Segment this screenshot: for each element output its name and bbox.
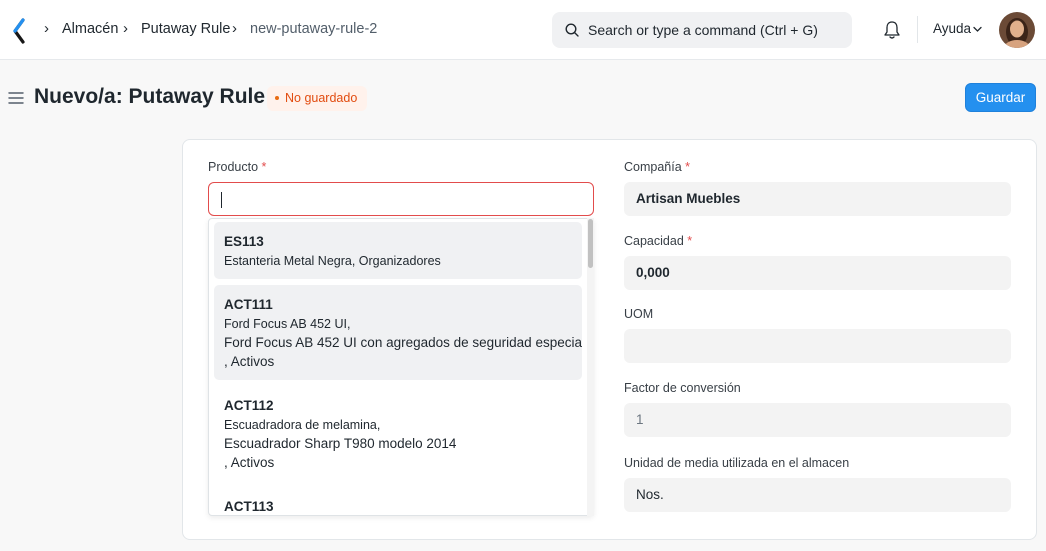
breadcrumb-current: new-putaway-rule-2 (250, 21, 378, 37)
breadcrumb-almacen[interactable]: Almacén (62, 21, 118, 37)
navbar: › Almacén › Putaway Rule › new-putaway-r… (0, 0, 1046, 60)
search-placeholder: Search or type a command (Ctrl + G) (588, 22, 818, 38)
notification-bell-icon[interactable] (883, 20, 901, 40)
help-menu[interactable]: Ayuda (933, 21, 971, 36)
status-badge-text: No guardado (285, 91, 358, 105)
dropdown-item[interactable]: ACT111 Ford Focus AB 452 UI, Ford Focus … (214, 285, 582, 380)
dropdown-item[interactable]: ACT112 Escuadradora de melamina, Escuadr… (214, 386, 582, 481)
dropdown-item-description: Estanteria Metal Negra, Organizadores (224, 254, 441, 268)
breadcrumb-chevron-icon: › (232, 20, 237, 37)
dropdown-item-group: , Activos (224, 455, 275, 470)
compania-label: Compañía * (624, 160, 691, 174)
dropdown-item-group: , Activos (224, 354, 275, 369)
dropdown-scroll-thumb[interactable] (588, 219, 593, 268)
dropdown-item-description: Escuadradora de melamina, (224, 418, 381, 432)
factor-conversion-label: Factor de conversión (624, 381, 741, 395)
producto-label: Producto * (208, 160, 267, 174)
navbar-divider (917, 16, 918, 43)
search-bar[interactable]: Search or type a command (Ctrl + G) (552, 12, 852, 48)
dropdown-item-code: ACT113 (224, 499, 274, 514)
dropdown-item-description: Ford Focus AB 452 UI con agregados de se… (224, 335, 582, 350)
unidad-almacen-field[interactable]: Nos. (624, 478, 1011, 512)
user-avatar[interactable] (999, 12, 1035, 48)
compania-field[interactable]: Artisan Muebles (624, 182, 1011, 216)
uom-field[interactable] (624, 329, 1011, 363)
dropdown-item-code: ACT111 (224, 297, 273, 312)
app-logo-icon[interactable] (12, 18, 26, 44)
save-button[interactable]: Guardar (965, 83, 1036, 112)
unidad-almacen-label: Unidad de media utilizada en el almacen (624, 456, 850, 470)
dropdown-item[interactable]: ES113 Estanteria Metal Negra, Organizado… (214, 222, 582, 279)
text-cursor (221, 192, 222, 208)
dropdown-item-code: ACT112 (224, 398, 274, 413)
sidebar-toggle-icon[interactable] (8, 91, 24, 105)
chevron-down-icon[interactable] (973, 26, 982, 33)
breadcrumb-chevron-icon: › (123, 20, 128, 37)
status-dot-icon (275, 95, 279, 100)
search-icon (565, 23, 579, 37)
dropdown-item-description: Escuadrador Sharp T980 modelo 2014 (224, 436, 457, 451)
status-badge: No guardado (267, 86, 368, 111)
capacidad-field[interactable]: 0,000 (624, 256, 1011, 290)
capacidad-label: Capacidad * (624, 234, 693, 248)
breadcrumb-putaway-rule[interactable]: Putaway Rule (141, 21, 230, 37)
dropdown-item[interactable]: ACT113 (214, 487, 582, 515)
factor-conversion-field: 1 (624, 403, 1011, 437)
producto-input[interactable] (208, 182, 594, 216)
breadcrumb-chevron-icon: › (44, 20, 49, 37)
page-title: Nuevo/a: Putaway Rule (34, 85, 266, 108)
uom-label: UOM (624, 307, 654, 321)
dropdown-item-description: Ford Focus AB 452 UI, (224, 317, 351, 331)
dropdown-item-code: ES113 (224, 234, 264, 249)
